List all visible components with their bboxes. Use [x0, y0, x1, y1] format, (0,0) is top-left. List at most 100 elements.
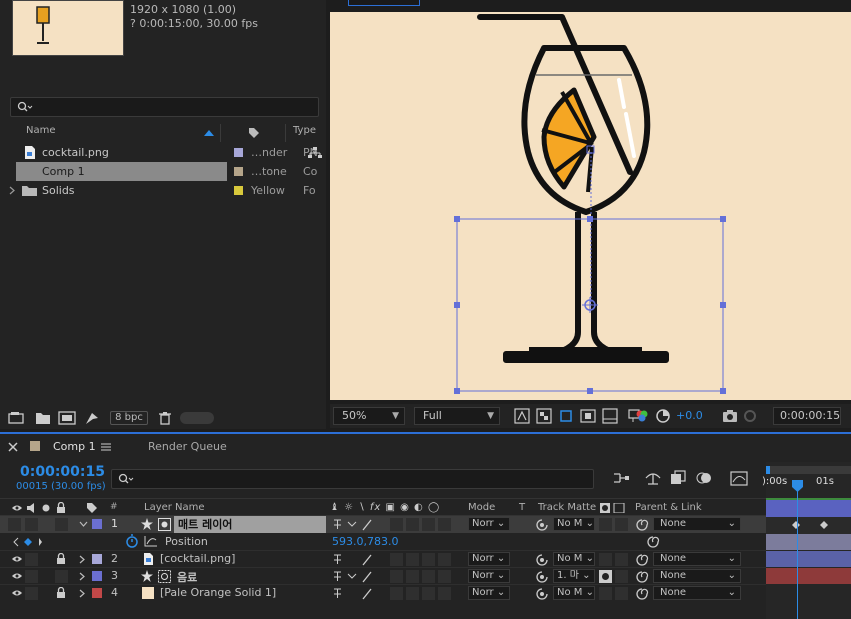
reset-exposure-icon[interactable] — [655, 408, 673, 424]
parent-link-header[interactable]: Parent & Link — [635, 502, 702, 513]
fast-preview-icon[interactable] — [514, 408, 532, 424]
composition-mini-flowchart-icon[interactable] — [612, 470, 630, 486]
position-y-value[interactable]: 783.0 — [367, 535, 399, 548]
layer-name-header[interactable]: Layer Name — [144, 502, 205, 513]
new-folder-icon[interactable] — [35, 411, 53, 427]
matte-source-icon[interactable] — [535, 570, 549, 583]
parent-dropdown[interactable]: None ⌄ — [653, 517, 741, 531]
layer-label-swatch[interactable] — [92, 588, 102, 598]
playhead-handle[interactable] — [792, 480, 803, 492]
track-matte-dropdown[interactable]: No M ⌄ — [553, 552, 595, 566]
graph-icon[interactable] — [144, 535, 158, 547]
blend-mode-dropdown[interactable]: Norr ⌄ — [468, 586, 510, 600]
close-icon[interactable] — [8, 442, 18, 452]
eye-icon[interactable] — [11, 572, 23, 580]
layer-label-swatch[interactable] — [92, 519, 102, 529]
pick-whip-icon[interactable] — [635, 587, 649, 600]
track-matte-dropdown[interactable]: 1. 마 ⌄ — [553, 569, 595, 583]
eye-icon[interactable] — [11, 555, 23, 563]
parent-dropdown[interactable]: None ⌄ — [653, 552, 741, 566]
keyframe-navigator-icons[interactable] — [12, 537, 42, 547]
label-tag-icon[interactable] — [86, 502, 98, 514]
project-settings-icon[interactable] — [84, 411, 102, 427]
blend-mode-dropdown[interactable]: Norr ⌄ — [468, 552, 510, 566]
interpret-footage-icon[interactable] — [8, 411, 26, 427]
project-search-input[interactable] — [10, 97, 319, 117]
video-eye-icon[interactable] — [11, 504, 23, 512]
lock-icon[interactable] — [56, 553, 66, 565]
layer-bar[interactable] — [766, 551, 851, 567]
thumbnail-zoom-slider[interactable] — [180, 412, 214, 424]
transparency-grid-icon[interactable] — [536, 408, 554, 424]
track-matte-dropdown[interactable]: No M ⌄ — [553, 517, 595, 531]
layer-switches[interactable] — [332, 587, 372, 600]
layer-row[interactable]: 1 매트 레이어 Norr ⌄ No M ⌄ None ⌄ — [0, 516, 766, 533]
layer-label-swatch[interactable] — [92, 554, 102, 564]
exposure-value[interactable]: +0.0 — [676, 409, 703, 422]
chevron-right-icon[interactable] — [79, 589, 86, 598]
project-item-cocktail[interactable]: cocktail.png …nder PN — [8, 143, 320, 162]
composition-canvas[interactable] — [330, 12, 851, 400]
pick-whip-icon[interactable] — [635, 570, 649, 583]
label-color-swatch[interactable] — [234, 148, 243, 157]
layer-name[interactable]: [Pale Orange Solid 1] — [160, 586, 276, 599]
position-x-value[interactable]: 593.0 — [332, 535, 364, 548]
track-matte-header[interactable]: Track Matte — [538, 502, 596, 513]
type-column-header[interactable]: Type — [293, 125, 316, 141]
show-snapshot-icon[interactable] — [742, 408, 760, 424]
current-time-display[interactable]: 0:00:00:15 — [20, 464, 105, 480]
label-tag-icon[interactable] — [248, 127, 260, 139]
chevron-right-icon[interactable] — [79, 572, 86, 581]
track-matte-dropdown[interactable]: No M ⌄ — [553, 586, 595, 600]
preserve-transparency-header[interactable]: T — [519, 502, 525, 513]
graph-editor-icon[interactable] — [730, 470, 748, 486]
magnification-dropdown[interactable]: 50% ▼ — [333, 407, 405, 425]
layer-search-input[interactable] — [111, 469, 594, 489]
pick-whip-icon[interactable] — [635, 553, 649, 566]
lock-icon[interactable] — [56, 502, 66, 514]
eye-icon[interactable] — [11, 589, 23, 597]
camera-snapshot-icon[interactable] — [722, 408, 740, 424]
pick-whip-icon[interactable] — [635, 518, 649, 531]
layer-row[interactable]: 4 [Pale Orange Solid 1] Norr ⌄ No M ⌄ No… — [0, 584, 766, 601]
frame-blending-icon[interactable] — [670, 470, 688, 486]
label-color-swatch[interactable] — [234, 186, 243, 195]
resolution-dropdown[interactable]: Full ▼ — [414, 407, 500, 425]
matte-source-icon[interactable] — [535, 518, 549, 531]
layer-name[interactable]: 매트 레이어 — [174, 516, 326, 533]
layer-bar[interactable] — [766, 500, 851, 517]
grid-guides-icon[interactable] — [602, 408, 620, 424]
sort-ascending-icon[interactable] — [203, 129, 215, 137]
parent-dropdown[interactable]: None ⌄ — [653, 569, 741, 583]
mask-visibility-icon[interactable] — [558, 408, 576, 424]
region-of-interest-icon[interactable] — [580, 408, 598, 424]
layer-switches[interactable] — [332, 553, 372, 566]
draft-3d-icon[interactable] — [644, 470, 662, 486]
layer-row[interactable]: 2 [cocktail.png] Norr ⌄ No M ⌄ None ⌄ — [0, 550, 766, 567]
position-property-row[interactable]: Position 593.0,783.0 — [0, 533, 766, 550]
mode-header[interactable]: Mode — [468, 502, 495, 513]
alpha-matte-icon[interactable] — [599, 570, 612, 583]
keyframe-markers[interactable] — [790, 520, 830, 530]
matte-source-icon[interactable] — [535, 587, 549, 600]
stopwatch-icon[interactable] — [125, 534, 139, 548]
bit-depth-button[interactable]: 8 bpc — [110, 411, 148, 425]
viewer-timecode[interactable]: 0:00:00:15 — [773, 407, 841, 425]
work-area-bar[interactable] — [766, 466, 851, 474]
channel-icon[interactable] — [634, 408, 652, 424]
new-composition-icon[interactable] — [58, 411, 76, 427]
layer-name[interactable]: [cocktail.png] — [160, 552, 235, 565]
motion-blur-icon[interactable] — [696, 470, 714, 486]
project-item-comp1[interactable]: Comp 1 …tone Co — [8, 162, 320, 181]
pick-whip-icon[interactable] — [646, 535, 660, 548]
trash-icon[interactable] — [158, 411, 176, 427]
chevron-down-icon[interactable] — [79, 521, 88, 528]
label-color-swatch[interactable] — [234, 167, 243, 176]
tab-render-queue[interactable]: Render Queue — [148, 440, 227, 453]
parent-dropdown[interactable]: None ⌄ — [653, 586, 741, 600]
layer-bar[interactable] — [766, 568, 851, 584]
chevron-right-icon[interactable] — [8, 186, 16, 195]
layer-switches[interactable] — [332, 518, 372, 531]
layer-name[interactable]: 음료 — [177, 569, 197, 585]
layer-bar[interactable] — [766, 534, 851, 550]
